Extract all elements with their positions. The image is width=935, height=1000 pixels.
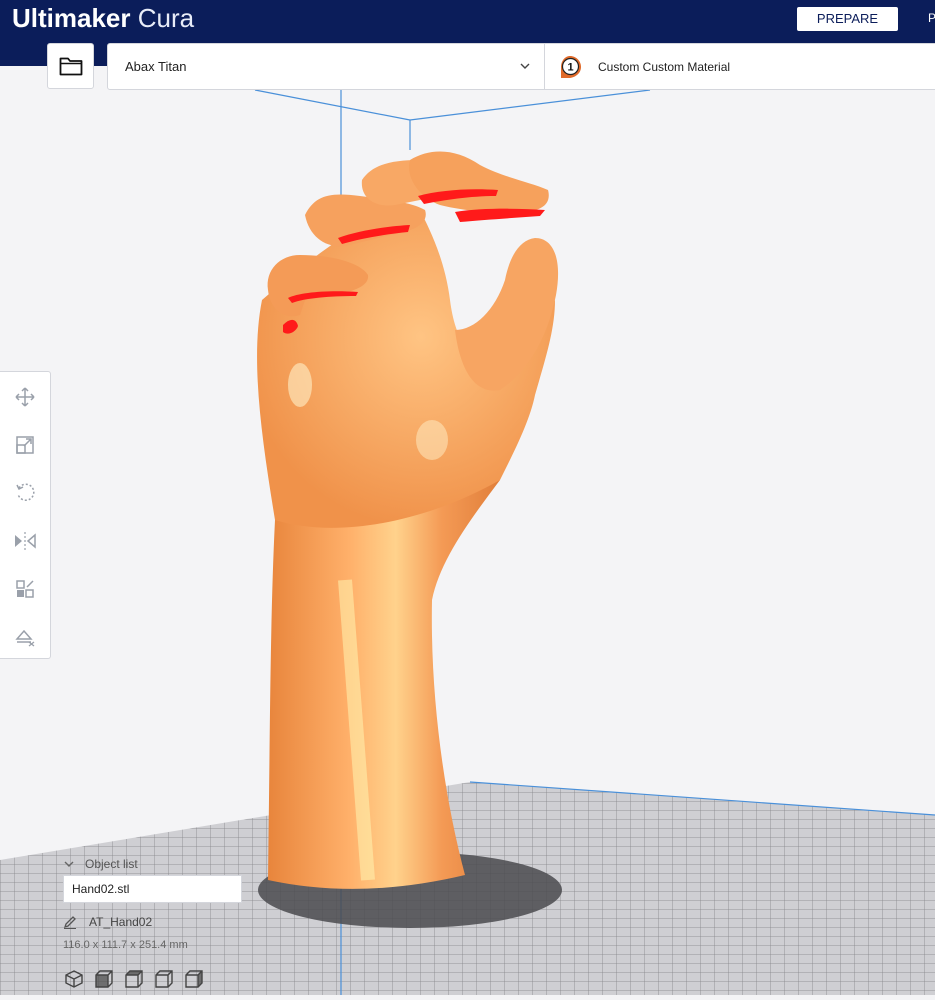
left-view-icon — [155, 970, 173, 988]
brand-product: Cura — [137, 3, 195, 33]
printer-name: Abax Titan — [125, 59, 187, 74]
printer-selector[interactable]: Abax Titan — [108, 44, 545, 89]
folder-icon — [59, 57, 82, 76]
support-blocker-button[interactable] — [12, 624, 38, 650]
left-view-button[interactable] — [153, 968, 175, 990]
model-dimensions: 116.0 x 111.7 x 251.4 mm — [63, 939, 188, 951]
tool-panel — [0, 371, 51, 659]
support-blocker-icon — [15, 629, 35, 647]
top-view-icon — [125, 970, 143, 988]
3d-view-icon — [65, 970, 83, 988]
rotate-tool-button[interactable] — [12, 479, 38, 505]
mirror-tool-button[interactable] — [12, 528, 38, 554]
job-name: AT_Hand02 — [89, 915, 153, 929]
app-logo: Ultimaker Cura — [12, 3, 194, 33]
chevron-down-icon — [520, 63, 530, 69]
extruder-number: 1 — [567, 62, 573, 74]
extruder-icon[interactable]: 1 — [558, 55, 582, 79]
pencil-icon — [63, 916, 76, 929]
view-orientation-controls — [63, 968, 213, 990]
object-list-item[interactable]: Hand02.stl — [63, 875, 242, 903]
top-view-button[interactable] — [123, 968, 145, 990]
move-tool-button[interactable] — [12, 384, 38, 410]
chevron-down-icon — [64, 861, 74, 867]
stage-prepare-button[interactable]: PREPARE — [797, 7, 898, 31]
right-view-icon — [185, 970, 203, 988]
3d-viewport[interactable] — [0, 66, 935, 995]
overhang-area — [455, 208, 545, 222]
job-name-row[interactable]: AT_Hand02 — [63, 913, 152, 931]
open-file-button[interactable] — [47, 43, 94, 89]
brand-name: Ultimaker — [12, 3, 131, 33]
mirror-icon — [15, 532, 36, 550]
object-list-toggle[interactable]: Object list — [63, 855, 138, 873]
build-scene — [0, 89, 935, 995]
per-model-settings-icon — [16, 580, 34, 598]
rotate-icon — [16, 483, 35, 501]
stage-preview-button[interactable]: P — [928, 11, 935, 25]
printer-settings-bar: Abax Titan 1 Custom Custom Material — [107, 43, 935, 90]
move-icon — [15, 387, 35, 407]
hand-model — [257, 151, 559, 889]
3d-view-button[interactable] — [63, 968, 85, 990]
material-name[interactable]: Custom Custom Material — [598, 60, 730, 74]
per-model-settings-button[interactable] — [12, 576, 38, 602]
front-view-button[interactable] — [93, 968, 115, 990]
right-view-button[interactable] — [183, 968, 205, 990]
scale-tool-button[interactable] — [12, 432, 38, 458]
scale-icon — [16, 436, 34, 454]
front-view-icon — [95, 970, 113, 988]
object-list-title: Object list — [85, 857, 138, 871]
